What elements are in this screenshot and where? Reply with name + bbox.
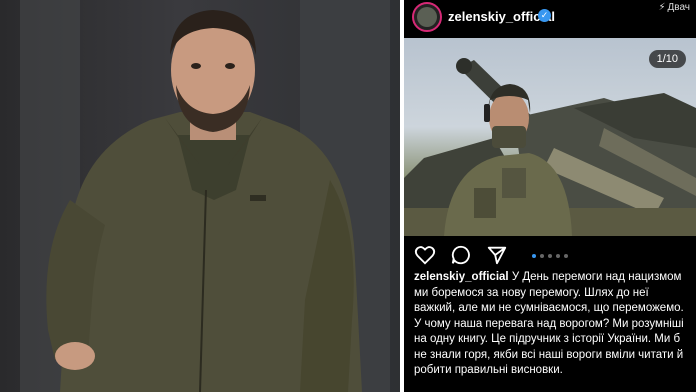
- left-photo-panel: [0, 0, 400, 392]
- image-counter: 1/10: [648, 50, 686, 68]
- carousel-dot: [548, 254, 552, 258]
- avatar-image: [417, 7, 437, 27]
- share-icon[interactable]: [486, 244, 508, 266]
- carousel-dot: [556, 254, 560, 258]
- caption-username[interactable]: zelenskiy_official: [414, 271, 509, 283]
- post-actions: [404, 240, 696, 270]
- comment-icon[interactable]: [450, 244, 472, 266]
- instagram-post-screenshot: zelenskiy_official ✓ ⚡ Двач 1/10 zelensk…: [404, 0, 696, 392]
- caption-text: У День перемоги над нацизмом ми боремося…: [414, 271, 684, 376]
- person-photo: [46, 10, 362, 392]
- heart-icon[interactable]: [414, 244, 436, 266]
- watermark: ⚡ Двач: [658, 2, 690, 13]
- carousel-dot: [532, 254, 536, 258]
- post-image[interactable]: 1/10: [404, 38, 696, 236]
- bolt-icon: ⚡: [658, 2, 666, 13]
- soldier-artillery-photo: [404, 58, 696, 236]
- watermark-text: Двач: [667, 2, 690, 13]
- post-caption: zelenskiy_official У День перемоги над н…: [414, 270, 692, 379]
- carousel-dot: [564, 254, 568, 258]
- carousel-dot: [540, 254, 544, 258]
- carousel-dots: [532, 254, 568, 258]
- avatar[interactable]: [412, 2, 442, 32]
- post-header: zelenskiy_official ✓ ⚡ Двач: [404, 0, 696, 36]
- verified-badge-icon: ✓: [538, 9, 551, 22]
